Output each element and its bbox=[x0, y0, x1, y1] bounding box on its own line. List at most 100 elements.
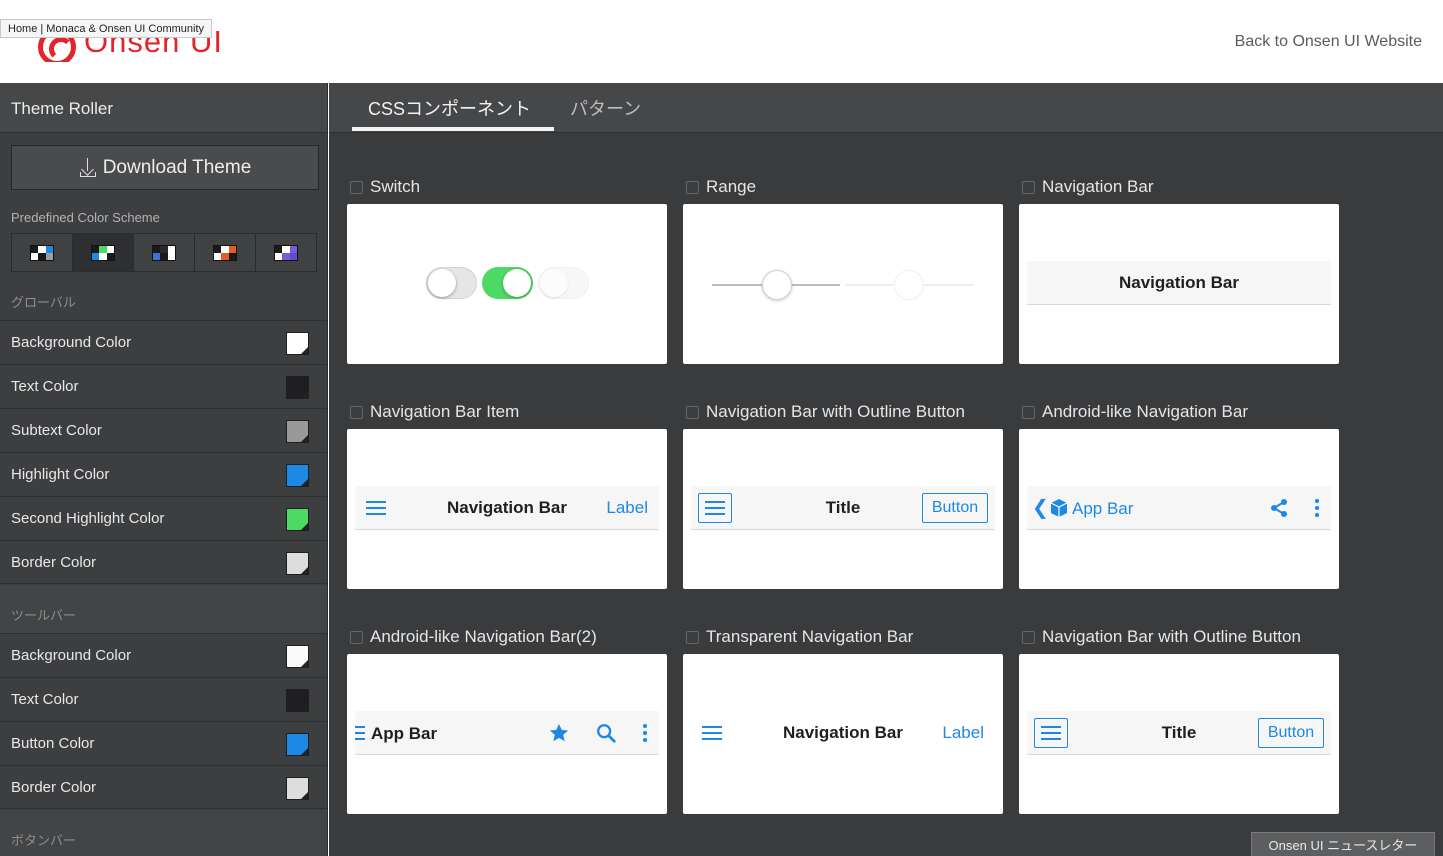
row-label: Background Color bbox=[11, 647, 132, 664]
section-global-label: グローバル bbox=[11, 295, 76, 310]
scheme-option-2[interactable] bbox=[73, 234, 134, 271]
swatch-cell bbox=[214, 252, 222, 260]
select-checkbox[interactable] bbox=[350, 630, 363, 644]
scheme-swatch-icon bbox=[91, 244, 115, 261]
nav-right-label[interactable]: Label bbox=[942, 711, 984, 755]
card-title-android-nav[interactable]: Android-like Navigation Bar bbox=[1022, 402, 1248, 422]
card-title-outline-button-nav-2[interactable]: Navigation Bar with Outline Button bbox=[1022, 627, 1301, 647]
back-to-website-link[interactable]: Back to Onsen UI Website bbox=[1235, 33, 1422, 51]
navigation-bar: Navigation Bar Label bbox=[355, 486, 659, 530]
share-icon[interactable] bbox=[1269, 498, 1289, 518]
card-title-range[interactable]: Range bbox=[686, 177, 756, 197]
select-checkbox[interactable] bbox=[350, 405, 363, 419]
app-bar-title: App Bar bbox=[1072, 499, 1134, 518]
select-checkbox[interactable] bbox=[686, 405, 699, 419]
card-switch-preview bbox=[347, 204, 667, 364]
select-checkbox[interactable] bbox=[1022, 405, 1035, 419]
scheme-option-4[interactable] bbox=[195, 234, 256, 271]
scheme-option-1[interactable] bbox=[12, 234, 73, 271]
navigation-bar: ❮ App Bar bbox=[1027, 486, 1331, 530]
toolbar-border-color-row[interactable]: Border Color bbox=[0, 765, 327, 809]
row-label: Text Color bbox=[11, 378, 79, 395]
scheme-option-5[interactable] bbox=[256, 234, 316, 271]
tab-patterns[interactable]: パターン bbox=[570, 95, 641, 121]
outline-button[interactable]: Button bbox=[1258, 718, 1324, 748]
swatch-cell bbox=[160, 245, 168, 253]
outline-button[interactable]: Button bbox=[922, 493, 988, 523]
card-navigation-bar-item-preview: Navigation Bar Label bbox=[347, 429, 667, 589]
select-checkbox[interactable] bbox=[1022, 630, 1035, 644]
card-title-navigation-bar[interactable]: Navigation Bar bbox=[1022, 177, 1154, 197]
card-android-nav-2-preview: App Bar bbox=[347, 654, 667, 814]
section-buttonbar-label: ボタンバー bbox=[11, 833, 77, 848]
download-theme-label: Download Theme bbox=[102, 156, 252, 178]
swatch-cell bbox=[153, 245, 161, 253]
card-title-text: Android-like Navigation Bar bbox=[1042, 402, 1248, 421]
row-label: Subtext Color bbox=[11, 422, 102, 439]
color-chip[interactable] bbox=[286, 464, 309, 487]
navigation-bar: Title Button bbox=[691, 486, 995, 530]
nav-right-label[interactable]: Label bbox=[606, 486, 648, 530]
global-highlight-color-row[interactable]: Highlight Color bbox=[0, 452, 327, 496]
sidebar-title: Theme Roller bbox=[0, 83, 327, 133]
color-chip[interactable] bbox=[286, 332, 309, 355]
select-checkbox[interactable] bbox=[686, 630, 699, 644]
card-title-transparent-nav[interactable]: Transparent Navigation Bar bbox=[686, 627, 913, 647]
card-title-outline-button-nav[interactable]: Navigation Bar with Outline Button bbox=[686, 402, 965, 422]
star-icon[interactable] bbox=[548, 722, 570, 744]
toolbar-button-color-row[interactable]: Button Color bbox=[0, 721, 327, 765]
swatch-cell bbox=[221, 245, 229, 253]
tab-css-components[interactable]: CSSコンポーネント bbox=[368, 95, 531, 121]
card-title-android-nav-2[interactable]: Android-like Navigation Bar(2) bbox=[350, 627, 597, 647]
select-checkbox[interactable] bbox=[1022, 180, 1035, 194]
toolbar-background-color-row[interactable]: Background Color bbox=[0, 633, 327, 677]
switch-off[interactable] bbox=[426, 267, 477, 299]
navigation-bar: App Bar bbox=[355, 711, 659, 755]
swatch-cell bbox=[167, 245, 175, 253]
menu-icon[interactable] bbox=[355, 726, 365, 740]
toolbar-text-color-row[interactable]: Text Color bbox=[0, 677, 327, 721]
global-text-color-row[interactable]: Text Color bbox=[0, 364, 327, 408]
card-title-text: Navigation Bar with Outline Button bbox=[1042, 627, 1301, 646]
global-background-color-row[interactable]: Background Color bbox=[0, 320, 327, 364]
color-chip[interactable] bbox=[286, 733, 309, 756]
swatch-cell bbox=[99, 252, 107, 260]
cube-icon bbox=[1050, 499, 1068, 517]
row-label: Second Highlight Color bbox=[11, 510, 165, 527]
swatch-cell bbox=[167, 252, 175, 260]
card-title-text: Navigation Bar bbox=[1042, 177, 1154, 196]
newsletter-tab[interactable]: Onsen UI ニュースレター bbox=[1251, 832, 1435, 856]
chevron-left-icon[interactable]: ❮ bbox=[1032, 495, 1049, 520]
search-icon[interactable] bbox=[595, 722, 617, 744]
swatch-cell bbox=[38, 252, 46, 260]
swatch-cell bbox=[31, 245, 39, 253]
global-subtext-color-row[interactable]: Subtext Color bbox=[0, 408, 327, 452]
color-chip[interactable] bbox=[286, 508, 309, 531]
swatch-cell bbox=[228, 245, 236, 253]
swatch-cell bbox=[289, 252, 297, 260]
scheme-option-3[interactable] bbox=[134, 234, 195, 271]
swatch-cell bbox=[45, 245, 53, 253]
select-checkbox[interactable] bbox=[686, 180, 699, 194]
card-title-navigation-bar-item[interactable]: Navigation Bar Item bbox=[350, 402, 519, 422]
color-chip[interactable] bbox=[286, 645, 309, 668]
color-chip[interactable] bbox=[286, 777, 309, 800]
color-chip[interactable] bbox=[286, 420, 309, 443]
swatch-cell bbox=[160, 252, 168, 260]
card-title-switch[interactable]: Switch bbox=[350, 177, 420, 197]
more-vert-icon[interactable] bbox=[1315, 499, 1319, 517]
color-scheme-picker bbox=[11, 233, 317, 272]
download-icon bbox=[79, 157, 97, 178]
select-checkbox[interactable] bbox=[350, 180, 363, 194]
global-second-highlight-color-row[interactable]: Second Highlight Color bbox=[0, 496, 327, 540]
color-chip[interactable] bbox=[286, 552, 309, 575]
switch-on[interactable] bbox=[482, 267, 533, 299]
switch-knob bbox=[540, 269, 568, 297]
global-border-color-row[interactable]: Border Color bbox=[0, 540, 327, 584]
card-android-nav-preview: ❮ App Bar bbox=[1019, 429, 1339, 589]
download-theme-button[interactable]: Download Theme bbox=[11, 145, 319, 190]
color-chip[interactable] bbox=[286, 689, 309, 712]
range-thumb[interactable] bbox=[762, 270, 792, 300]
color-chip[interactable] bbox=[286, 376, 309, 399]
more-vert-icon[interactable] bbox=[643, 724, 647, 742]
